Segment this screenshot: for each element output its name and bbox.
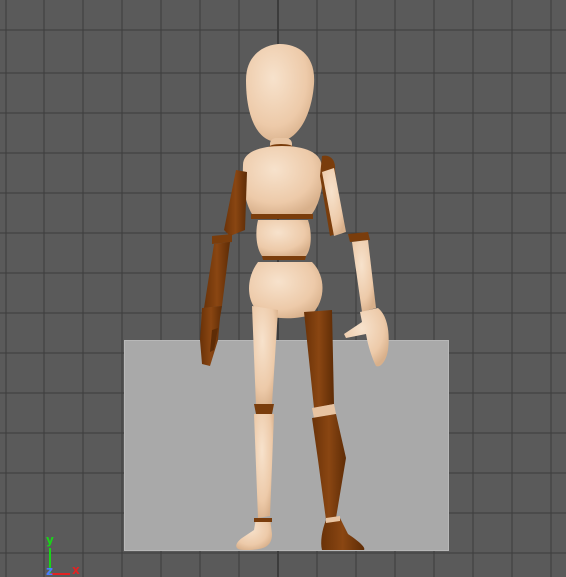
mannequin-figure[interactable] [0, 0, 566, 577]
mannequin-left-leg[interactable] [304, 310, 365, 550]
x-axis-label: x [72, 563, 80, 577]
mannequin-abdomen[interactable] [256, 220, 311, 260]
axis-gizmo: y x z [40, 534, 90, 577]
mannequin-right-leg[interactable] [236, 306, 278, 550]
3d-viewport[interactable]: y x z [0, 0, 566, 577]
mannequin-head[interactable] [246, 44, 315, 142]
mannequin-right-arm[interactable] [200, 170, 247, 366]
mannequin-chest[interactable] [242, 146, 323, 219]
z-axis-label: z [46, 564, 53, 577]
y-axis-label: y [46, 533, 54, 547]
